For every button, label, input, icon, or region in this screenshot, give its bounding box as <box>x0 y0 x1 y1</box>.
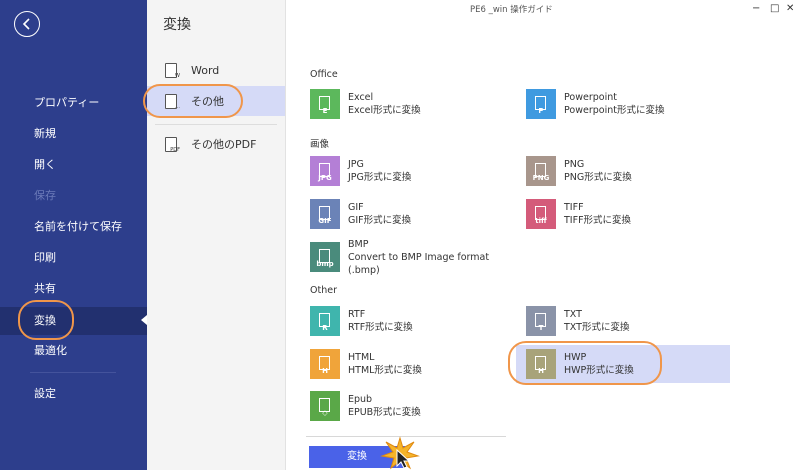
panel-title: 変換 <box>163 17 191 33</box>
gif-icon: GIF <box>310 199 340 229</box>
format-desc: JPG形式に変換 <box>348 172 412 183</box>
format-name: PNG <box>564 159 585 170</box>
target-word[interactable]: W Word <box>147 55 285 85</box>
format-txt[interactable]: T TXT TXT形式に変換 <box>526 305 726 337</box>
format-desc: Powerpoint形式に変換 <box>564 105 665 116</box>
format-html[interactable]: H HTML HTML形式に変換 <box>310 348 510 380</box>
format-name: Powerpoint <box>564 92 617 103</box>
format-name: TIFF <box>564 202 584 213</box>
nav-item-share[interactable]: 共有 <box>0 276 147 302</box>
target-word-label: Word <box>191 63 220 77</box>
rtf-icon: R <box>310 306 340 336</box>
format-excel[interactable]: E Excel Excel形式に変換 <box>310 88 510 120</box>
window-title: PE6 _win 操作ガイド <box>470 5 553 15</box>
format-png[interactable]: PNG PNG PNG形式に変換 <box>526 155 726 187</box>
minimize-button[interactable]: − <box>752 3 760 14</box>
format-jpg[interactable]: JPG JPG JPG形式に変換 <box>310 155 510 187</box>
target-other-pdf-label: その他のPDF <box>191 138 257 151</box>
nav-divider <box>30 372 116 373</box>
nav-item-new[interactable]: 新規 <box>0 121 147 147</box>
format-desc: GIF形式に変換 <box>348 215 412 226</box>
format-name: JPG <box>348 159 364 170</box>
nav-item-properties[interactable]: プロパティー <box>0 90 147 116</box>
format-desc: TIFF形式に変換 <box>564 215 632 226</box>
html-icon: H <box>310 349 340 379</box>
left-navigation: プロパティー 新規 開く 保存 名前を付けて保存 印刷 共有 変換 最適化 設定 <box>0 0 147 470</box>
jpg-icon: JPG <box>310 156 340 186</box>
txt-icon: T <box>526 306 556 336</box>
format-name: TXT <box>564 309 582 320</box>
nav-item-optimize[interactable]: 最適化 <box>0 338 147 364</box>
format-rtf[interactable]: R RTF RTF形式に変換 <box>310 305 510 337</box>
format-bmp[interactable]: bmp BMP Convert to BMP Image format (.bmp… <box>310 238 520 276</box>
nav-item-settings[interactable]: 設定 <box>0 381 147 407</box>
highlight-convert-nav <box>18 300 74 340</box>
back-button[interactable] <box>14 11 40 37</box>
format-name: Epub <box>348 394 373 405</box>
format-desc: PNG形式に変換 <box>564 172 632 183</box>
highlight-other <box>143 84 243 118</box>
nav-item-save: 保存 <box>34 189 56 202</box>
section-office: Office <box>310 69 338 80</box>
format-name: BMP <box>348 238 369 250</box>
nav-item-open[interactable]: 開く <box>0 152 147 178</box>
pdf-document-icon: PDF <box>165 136 180 153</box>
chevron-left-icon <box>22 18 30 30</box>
excel-icon: E <box>310 89 340 119</box>
section-other: Other <box>310 285 337 296</box>
format-epub[interactable]: ◇ Epub EPUB形式に変換 <box>310 390 510 422</box>
highlight-hwp <box>508 341 662 385</box>
format-name: GIF <box>348 202 364 213</box>
target-other-pdf[interactable]: PDF その他のPDF <box>147 129 285 159</box>
click-burst-icon <box>380 436 420 470</box>
format-name: Excel <box>348 92 374 103</box>
format-desc: HTML形式に変換 <box>348 365 422 376</box>
format-name: RTF <box>348 309 366 320</box>
format-powerpoint[interactable]: P Powerpoint Powerpoint形式に変換 <box>526 88 726 120</box>
format-desc: EPUB形式に変換 <box>348 407 421 418</box>
epub-icon: ◇ <box>310 391 340 421</box>
format-name: HTML <box>348 352 375 363</box>
format-desc: Excel形式に変換 <box>348 105 421 116</box>
format-tiff[interactable]: tiff TIFF TIFF形式に変換 <box>526 198 726 230</box>
word-document-icon: W <box>165 62 180 79</box>
panel-divider <box>155 124 277 125</box>
convert-target-panel: 変換 W Word … その他 PDF その他のPDF <box>147 0 286 470</box>
powerpoint-icon: P <box>526 89 556 119</box>
titlebar: PE6 _win 操作ガイド − □ ✕ <box>286 0 800 16</box>
section-image: 画像 <box>310 139 330 150</box>
tiff-icon: tiff <box>526 199 556 229</box>
close-button[interactable]: ✕ <box>786 3 794 14</box>
nav-item-print[interactable]: 印刷 <box>0 245 147 271</box>
png-icon: PNG <box>526 156 556 186</box>
bmp-icon: bmp <box>310 242 340 272</box>
format-desc: RTF形式に変換 <box>348 322 413 333</box>
maximize-button[interactable]: □ <box>770 3 779 14</box>
format-desc: TXT形式に変換 <box>564 322 630 333</box>
format-gif[interactable]: GIF GIF GIF形式に変換 <box>310 198 510 230</box>
nav-item-save-as[interactable]: 名前を付けて保存 <box>0 214 147 240</box>
format-desc: Convert to BMP Image format (.bmp) <box>348 251 490 276</box>
